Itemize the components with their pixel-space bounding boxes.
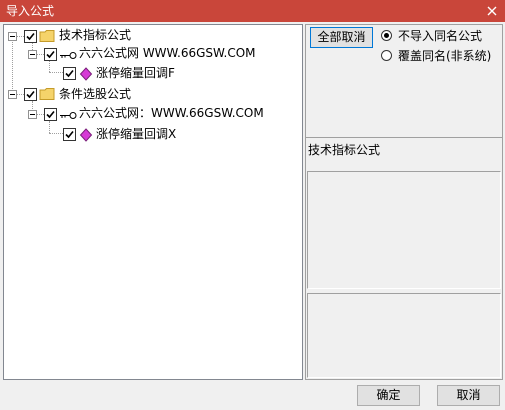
ok-button[interactable]: 确定 bbox=[357, 385, 420, 406]
formula-diamond-icon bbox=[79, 67, 93, 81]
import-formula-dialog: 导入公式 技术指标公式 六六公式网 WWW.66GSW.COM 涨停缩量回调F … bbox=[0, 0, 505, 410]
checkbox-formula-1[interactable] bbox=[63, 67, 76, 80]
formula-description-box bbox=[307, 171, 501, 289]
formula-detail-box bbox=[307, 293, 501, 378]
title-bar[interactable]: 导入公式 bbox=[0, 0, 505, 22]
expand-toggle-technical[interactable] bbox=[8, 32, 17, 41]
close-icon bbox=[487, 6, 497, 16]
radio-overwrite-label: 覆盖同名(非系统) bbox=[398, 49, 492, 63]
cancel-all-button[interactable]: 全部取消 bbox=[310, 27, 373, 48]
check-icon bbox=[46, 110, 55, 119]
close-button[interactable] bbox=[483, 2, 501, 20]
key-icon bbox=[60, 52, 77, 59]
checkbox-source-2[interactable] bbox=[44, 108, 57, 121]
tree-group-technical[interactable]: 技术指标公式 bbox=[59, 27, 131, 43]
checkbox-source-1[interactable] bbox=[44, 48, 57, 61]
folder-icon bbox=[39, 88, 55, 100]
radio-dot bbox=[381, 30, 392, 41]
category-label: 技术指标公式 bbox=[308, 143, 381, 157]
tree-group-screening[interactable]: 条件选股公式 bbox=[59, 86, 131, 102]
checkbox-formula-2[interactable] bbox=[63, 128, 76, 141]
key-icon bbox=[60, 112, 77, 119]
check-icon bbox=[65, 69, 74, 78]
radio-no-import-label: 不导入同名公式 bbox=[398, 29, 483, 43]
divider bbox=[306, 137, 502, 138]
check-icon bbox=[46, 50, 55, 59]
expand-toggle-source-2[interactable] bbox=[28, 110, 37, 119]
cancel-button[interactable]: 取消 bbox=[437, 385, 500, 406]
checkbox-technical[interactable] bbox=[24, 30, 37, 43]
window-title: 导入公式 bbox=[6, 4, 55, 18]
tree-source-2[interactable]: 六六公式网：WWW.66GSW.COM bbox=[79, 105, 264, 121]
tree-source-1[interactable]: 六六公式网 WWW.66GSW.COM bbox=[79, 45, 256, 61]
check-icon bbox=[26, 32, 35, 41]
formula-diamond-icon bbox=[79, 128, 93, 142]
folder-icon bbox=[39, 30, 55, 42]
tree-formula-1[interactable]: 涨停缩量回调F bbox=[96, 65, 175, 81]
expand-toggle-screening[interactable] bbox=[8, 90, 17, 99]
check-icon bbox=[26, 90, 35, 99]
tree-formula-2[interactable]: 涨停缩量回调X bbox=[96, 126, 176, 142]
formula-tree[interactable]: 技术指标公式 六六公式网 WWW.66GSW.COM 涨停缩量回调F 条件选股公… bbox=[3, 24, 303, 380]
radio-dot bbox=[381, 50, 392, 61]
options-panel: 全部取消 不导入同名公式 覆盖同名(非系统) 技术指标公式 bbox=[305, 24, 503, 380]
checkbox-screening[interactable] bbox=[24, 88, 37, 101]
expand-toggle-source-1[interactable] bbox=[28, 50, 37, 59]
check-icon bbox=[65, 130, 74, 139]
